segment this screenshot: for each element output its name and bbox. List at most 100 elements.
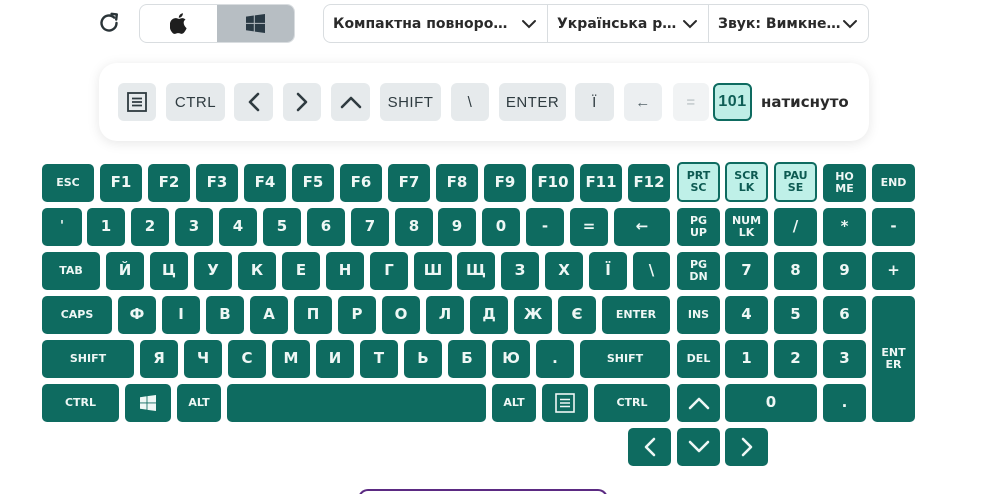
key-numpad-5[interactable]: 5	[774, 296, 817, 334]
key-numpad-multiply[interactable]: *	[823, 208, 866, 246]
key-context-menu[interactable]	[542, 384, 588, 422]
key-scroll-lock[interactable]: SCR LK	[725, 162, 768, 202]
key-6[interactable]: 6	[307, 208, 345, 246]
key-f8[interactable]: F8	[436, 164, 478, 202]
key-numpad-1[interactable]: 1	[725, 340, 768, 378]
key-letter-er[interactable]: Р	[338, 296, 376, 334]
key-left-shift[interactable]: SHIFT	[42, 340, 134, 378]
key-numpad-enter[interactable]: ENT ER	[872, 296, 915, 422]
key-letter-che[interactable]: Ч	[184, 340, 222, 378]
key-letter-de[interactable]: Д	[470, 296, 508, 334]
key-minus[interactable]: -	[526, 208, 564, 246]
key-letter-en[interactable]: Н	[326, 252, 364, 290]
key-backslash[interactable]: \	[633, 252, 670, 290]
key-letter-a[interactable]: А	[250, 296, 288, 334]
key-right-shift[interactable]: SHIFT	[580, 340, 670, 378]
key-f11[interactable]: F11	[580, 164, 622, 202]
key-enter[interactable]: ENTER	[602, 296, 670, 334]
key-numpad-6[interactable]: 6	[823, 296, 866, 334]
key-backspace[interactable]: ←	[614, 208, 670, 246]
key-letter-em[interactable]: М	[272, 340, 310, 378]
key-numpad-plus[interactable]: +	[872, 252, 915, 290]
key-numpad-4[interactable]: 4	[725, 296, 768, 334]
key-letter-yu[interactable]: Ю	[492, 340, 530, 378]
language-dropdown[interactable]: Українська р…	[548, 5, 709, 42]
key-right-ctrl[interactable]: CTRL	[594, 384, 670, 422]
key-letter-sha[interactable]: Ш	[414, 252, 452, 290]
key-letter-he[interactable]: Г	[370, 252, 408, 290]
key-letter-o[interactable]: О	[382, 296, 420, 334]
key-8[interactable]: 8	[395, 208, 433, 246]
key-letter-ef[interactable]: Ф	[118, 296, 156, 334]
key-letter-yot[interactable]: Й	[106, 252, 144, 290]
key-letter-yi[interactable]: Ї	[589, 252, 627, 290]
key-f5[interactable]: F5	[292, 164, 334, 202]
key-arrow-right[interactable]	[725, 428, 768, 466]
sound-dropdown[interactable]: Звук: Вимкне…	[709, 5, 868, 42]
key-letter-el[interactable]: Л	[426, 296, 464, 334]
key-f9[interactable]: F9	[484, 164, 526, 202]
key-apostrophe[interactable]: '	[42, 208, 82, 246]
key-numpad-7[interactable]: 7	[725, 252, 768, 290]
key-numpad-divide[interactable]: /	[774, 208, 817, 246]
key-letter-shcha[interactable]: Щ	[457, 252, 495, 290]
key-numpad-decimal[interactable]: .	[823, 384, 866, 422]
key-numpad-3[interactable]: 3	[823, 340, 866, 378]
key-3[interactable]: 3	[175, 208, 213, 246]
key-9[interactable]: 9	[438, 208, 476, 246]
key-num-lock[interactable]: NUM LK	[725, 208, 768, 246]
os-windows-button[interactable]	[217, 5, 294, 42]
key-numpad-minus[interactable]: -	[872, 208, 915, 246]
key-f12[interactable]: F12	[628, 164, 670, 202]
key-space[interactable]	[227, 384, 486, 422]
key-letter-ze[interactable]: З	[501, 252, 539, 290]
key-arrow-up[interactable]	[677, 384, 720, 422]
key-numpad-0[interactable]: 0	[725, 384, 817, 422]
key-f2[interactable]: F2	[148, 164, 190, 202]
key-4[interactable]: 4	[219, 208, 257, 246]
key-print-screen[interactable]: PRT SC	[677, 162, 720, 202]
layout-dropdown[interactable]: Компактна повноро…	[324, 5, 548, 42]
key-f1[interactable]: F1	[100, 164, 142, 202]
key-page-down[interactable]: PG DN	[677, 252, 720, 290]
key-numpad-9[interactable]: 9	[823, 252, 866, 290]
key-page-up[interactable]: PG UP	[677, 208, 720, 246]
refresh-button[interactable]	[94, 8, 124, 38]
key-letter-es[interactable]: С	[228, 340, 266, 378]
key-f3[interactable]: F3	[196, 164, 238, 202]
key-insert[interactable]: INS	[677, 296, 720, 334]
key-numpad-8[interactable]: 8	[774, 252, 817, 290]
key-caps-lock[interactable]: CAPS	[42, 296, 112, 334]
key-delete[interactable]: DEL	[677, 340, 720, 378]
key-letter-y[interactable]: И	[316, 340, 354, 378]
key-letter-te[interactable]: Т	[360, 340, 398, 378]
key-letter-tse[interactable]: Ц	[150, 252, 188, 290]
key-1[interactable]: 1	[87, 208, 125, 246]
key-letter-i[interactable]: І	[162, 296, 200, 334]
key-end[interactable]: END	[872, 164, 915, 202]
key-equals[interactable]: =	[570, 208, 608, 246]
key-numpad-2[interactable]: 2	[774, 340, 817, 378]
key-letter-ye[interactable]: Є	[558, 296, 596, 334]
key-f7[interactable]: F7	[388, 164, 430, 202]
key-5[interactable]: 5	[263, 208, 301, 246]
key-f10[interactable]: F10	[532, 164, 574, 202]
key-period[interactable]: .	[536, 340, 574, 378]
os-mac-button[interactable]	[140, 5, 217, 42]
key-letter-e[interactable]: Е	[282, 252, 320, 290]
key-left-alt[interactable]: ALT	[177, 384, 221, 422]
key-f6[interactable]: F6	[340, 164, 382, 202]
key-esc[interactable]: ESC	[42, 164, 94, 202]
key-7[interactable]: 7	[351, 208, 389, 246]
key-2[interactable]: 2	[131, 208, 169, 246]
key-letter-ka[interactable]: К	[238, 252, 276, 290]
key-letter-pe[interactable]: П	[294, 296, 332, 334]
key-letter-kha[interactable]: Х	[545, 252, 583, 290]
key-letter-be[interactable]: Б	[448, 340, 486, 378]
key-right-alt[interactable]: ALT	[492, 384, 536, 422]
key-arrow-left[interactable]	[628, 428, 671, 466]
key-letter-soft-sign[interactable]: Ь	[404, 340, 442, 378]
key-tab[interactable]: TAB	[42, 252, 100, 290]
key-letter-ya[interactable]: Я	[140, 340, 178, 378]
key-0[interactable]: 0	[482, 208, 520, 246]
